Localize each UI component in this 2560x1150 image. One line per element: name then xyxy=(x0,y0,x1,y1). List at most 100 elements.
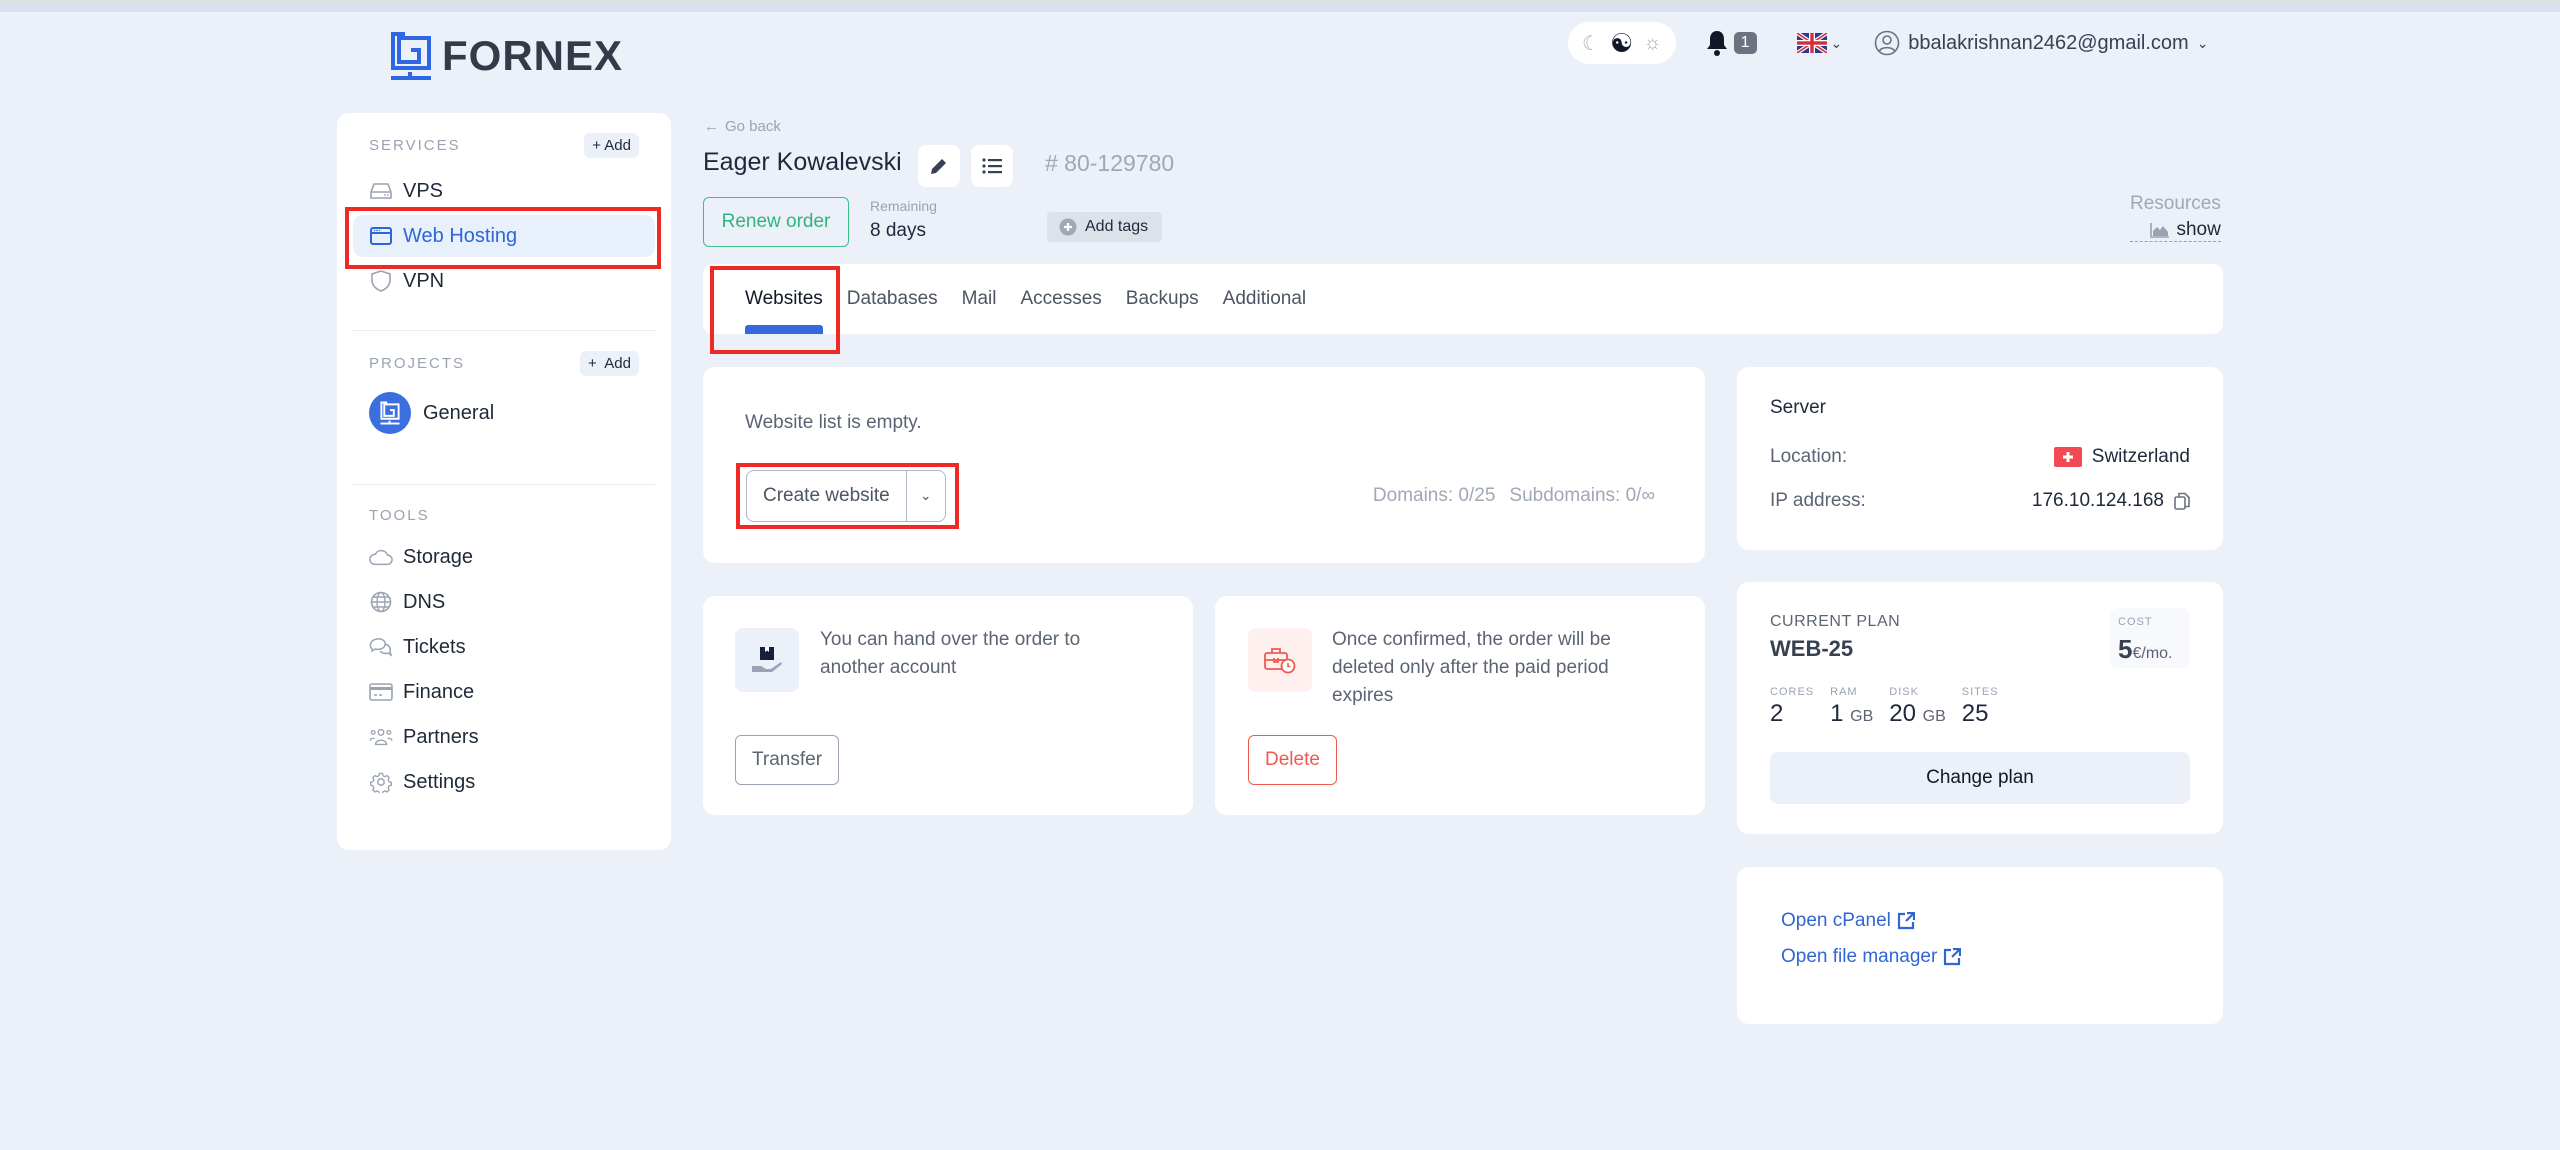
spec-disk: DISK 20 GB xyxy=(1889,686,1946,728)
create-website-button[interactable]: Create website xyxy=(747,471,907,521)
projects-section-header: PROJECTS + Add xyxy=(353,351,655,376)
spec-value: 2 xyxy=(1770,700,1784,727)
spec-sites: SITES 25 xyxy=(1962,686,1999,728)
bell-icon xyxy=(1706,31,1727,56)
order-title: Eager Kowalevski xyxy=(703,148,902,176)
sidebar-item-partners[interactable]: Partners xyxy=(353,716,655,758)
current-plan-card: CURRENT PLAN WEB-25 COST 5€/mo. CORES 2 R… xyxy=(1737,582,2223,834)
sidebar-item-label: Tickets xyxy=(403,635,466,658)
spec-label: RAM xyxy=(1830,686,1858,698)
tab-databases[interactable]: Databases xyxy=(835,264,950,334)
sidebar-item-storage[interactable]: Storage xyxy=(353,536,655,578)
fornex-logo[interactable]: FORNEX xyxy=(388,30,623,82)
gear-icon xyxy=(369,770,393,794)
order-list-button[interactable] xyxy=(971,145,1013,187)
resources-panel: Resources show xyxy=(2130,193,2221,242)
spec-value: 1 xyxy=(1830,700,1844,727)
sidebar-item-label: VPS xyxy=(403,179,444,202)
remaining-label: Remaining xyxy=(870,198,937,214)
brand-name: FORNEX xyxy=(442,32,624,79)
create-website-dropdown-button[interactable]: ⌄ xyxy=(907,471,945,521)
theme-switcher[interactable]: ☾ ☯ ☼ xyxy=(1568,22,1676,64)
external-link-icon xyxy=(1897,912,1915,930)
add-project-label: Add xyxy=(604,355,631,372)
notifications-button[interactable]: 1 xyxy=(1706,30,1757,56)
project-avatar xyxy=(369,392,411,434)
briefcase-clock-icon xyxy=(1248,628,1312,692)
projects-title: PROJECTS xyxy=(369,355,466,372)
remaining-period: Remaining 8 days xyxy=(870,198,937,242)
server-title: Server xyxy=(1770,397,1826,418)
tab-accesses[interactable]: Accesses xyxy=(1008,264,1113,334)
spec-unit: GB xyxy=(1850,708,1874,725)
add-service-button[interactable]: + Add xyxy=(584,133,639,158)
sidebar-item-tickets[interactable]: Tickets xyxy=(353,626,655,668)
sidebar-item-settings[interactable]: Settings xyxy=(353,761,655,803)
project-item-general[interactable]: General xyxy=(353,392,655,434)
sidebar-item-label: Settings xyxy=(403,770,476,793)
external-link-icon xyxy=(1944,948,1962,966)
tab-mail[interactable]: Mail xyxy=(950,264,1009,334)
delete-button[interactable]: Delete xyxy=(1248,735,1337,785)
open-file-manager-link[interactable]: Open file manager xyxy=(1781,946,1962,968)
sidebar-item-dns[interactable]: DNS xyxy=(353,581,655,623)
chat-icon xyxy=(369,635,393,659)
moon-icon[interactable]: ☾ xyxy=(1582,31,1600,56)
resources-show-link[interactable]: show xyxy=(2130,219,2221,242)
chevron-down-icon: ⌄ xyxy=(2196,34,2209,51)
add-tags-button[interactable]: Add tags xyxy=(1047,212,1163,242)
open-cpanel-label: Open cPanel xyxy=(1781,910,1891,931)
chevron-down-icon: ⌄ xyxy=(1830,34,1843,51)
add-project-button[interactable]: + Add xyxy=(580,351,639,376)
spec-label: CORES xyxy=(1770,686,1815,698)
copy-icon[interactable] xyxy=(2174,492,2190,510)
sidebar-item-label: DNS xyxy=(403,590,446,613)
language-selector[interactable]: ⌄ xyxy=(1796,33,1843,53)
users-icon xyxy=(369,725,393,749)
sidebar-item-finance[interactable]: Finance xyxy=(353,671,655,713)
services-title: SERVICES xyxy=(369,137,461,154)
uk-flag-icon xyxy=(1796,33,1827,53)
tab-additional[interactable]: Additional xyxy=(1211,264,1318,334)
sidebar-divider xyxy=(353,484,655,485)
spec-ram: RAM 1 GB xyxy=(1830,686,1873,728)
open-file-manager-label: Open file manager xyxy=(1781,946,1938,967)
pencil-icon xyxy=(931,157,948,174)
edit-name-button[interactable] xyxy=(918,145,960,187)
tab-websites[interactable]: Websites xyxy=(733,264,835,334)
user-email: bbalakrishnan2462@gmail.com xyxy=(1908,31,2189,54)
open-cpanel-link[interactable]: Open cPanel xyxy=(1781,910,1915,932)
sidebar-divider xyxy=(353,330,655,331)
user-menu[interactable]: bbalakrishnan2462@gmail.com ⌄ xyxy=(1874,30,2208,56)
cost-unit: €/mo. xyxy=(2132,645,2173,662)
fornex-logo-icon xyxy=(391,32,431,80)
area-chart-icon xyxy=(2150,223,2170,238)
change-plan-button[interactable]: Change plan xyxy=(1770,752,2190,804)
resources-show-label: show xyxy=(2176,219,2221,240)
globe-icon xyxy=(369,590,393,614)
server-ip-row: IP address: 176.10.124.168 xyxy=(1770,490,2190,512)
sidebar: SERVICES + Add VPS Web Hosting VPN PROJE… xyxy=(337,113,671,850)
ip-label: IP address: xyxy=(1770,490,1866,511)
server-icon xyxy=(369,179,393,203)
delete-description: Once confirmed, the order will be delete… xyxy=(1332,629,1611,706)
browser-top-strip xyxy=(0,0,2560,12)
sidebar-item-label: Partners xyxy=(403,725,479,748)
tab-backups[interactable]: Backups xyxy=(1114,264,1211,334)
sidebar-item-web-hosting[interactable]: Web Hosting xyxy=(353,215,655,257)
transfer-card: You can hand over the order to another a… xyxy=(703,596,1193,815)
create-website-split-button: Create website ⌄ xyxy=(746,470,946,522)
add-service-label: Add xyxy=(604,137,631,154)
remaining-value: 8 days xyxy=(870,220,926,241)
order-id: # 80-129780 xyxy=(1045,150,1175,176)
go-back-link[interactable]: ← Go back xyxy=(704,118,781,135)
sidebar-item-vpn[interactable]: VPN xyxy=(353,260,655,302)
transfer-button[interactable]: Transfer xyxy=(735,735,840,785)
sidebar-item-vps[interactable]: VPS xyxy=(353,170,655,212)
hand-box-icon xyxy=(735,628,799,692)
shield-icon xyxy=(369,269,393,293)
project-label: General xyxy=(423,401,495,424)
renew-order-button[interactable]: Renew order xyxy=(703,197,849,247)
yin-yang-icon[interactable]: ☯ xyxy=(1610,28,1633,59)
sun-icon[interactable]: ☼ xyxy=(1643,32,1661,55)
